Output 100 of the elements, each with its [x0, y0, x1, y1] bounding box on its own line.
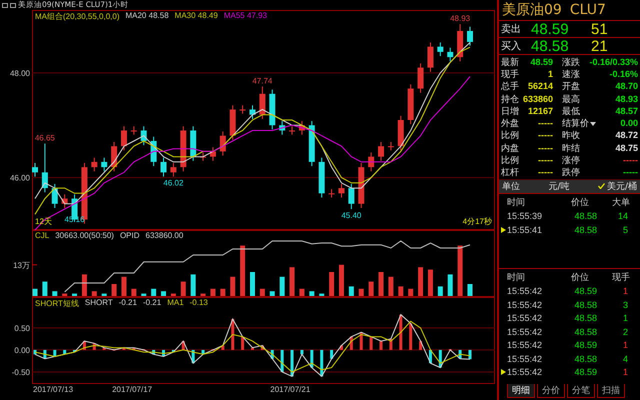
- stat-label: 现手: [501, 68, 519, 81]
- book-price: 48.58: [531, 38, 570, 54]
- trade-time: 15:55:42: [507, 340, 544, 350]
- column-header: 价位: [571, 196, 590, 210]
- stat-value: -----: [623, 155, 638, 166]
- stat-value: 48.75: [615, 142, 638, 154]
- trade-volume: 14: [618, 211, 629, 222]
- axis-label: 46.00: [10, 174, 30, 183]
- price-label: 45.40: [341, 211, 362, 220]
- trade-time: 15:55:41: [507, 224, 544, 235]
- instrument-name: 美原油09: [502, 1, 562, 19]
- book-label: 买入: [500, 40, 522, 53]
- trade-volume: 1: [622, 367, 629, 378]
- indicator-value: -0.13: [190, 298, 208, 309]
- indicator-label: MA1: [167, 298, 184, 309]
- stat-value: 56214: [528, 81, 553, 92]
- stat-value: 48.59: [530, 56, 553, 68]
- column-header: 时间: [507, 272, 526, 284]
- trade-time: 15:55:39: [507, 211, 544, 222]
- stat-value: -----: [623, 167, 638, 178]
- trade-price: 48.58: [574, 313, 597, 324]
- legend-label: MA55 47.93: [224, 11, 267, 22]
- date-label: 2017/07/21: [270, 385, 310, 394]
- book-price: 48.59: [531, 20, 570, 38]
- trade-volume: 5: [622, 224, 629, 235]
- indicator-label: SHORT: [84, 298, 113, 309]
- price-label: 46.65: [34, 134, 55, 143]
- price-label: 48.93: [450, 14, 470, 24]
- axis-label: -0.50: [12, 368, 30, 377]
- stat-value: 48.70: [615, 81, 638, 92]
- stat-value: 48.57: [615, 106, 638, 117]
- trade-time: 15:55:42: [507, 313, 544, 324]
- trade-price: 48.59: [574, 367, 597, 378]
- stat-label: 杠杆: [501, 166, 519, 180]
- trade-volume: 3: [622, 300, 629, 310]
- column-header: 现手: [612, 272, 631, 284]
- legend-label: MA20 48.58: [125, 11, 169, 22]
- stat-label: 昨收: [562, 130, 580, 142]
- indicator-value: -0.21: [142, 298, 162, 309]
- trade-price: 48.58: [574, 211, 597, 222]
- trade-time: 15:55:42: [507, 300, 544, 310]
- stat-label: 最新: [501, 56, 519, 69]
- stat-value: -----: [538, 155, 553, 166]
- price-label: 46.02: [163, 178, 184, 188]
- trade-volume: 1: [622, 286, 629, 296]
- trade-price: 48.59: [574, 340, 597, 350]
- stat-value: 0.00: [620, 118, 638, 130]
- axis-label: 13万: [13, 260, 30, 270]
- stat-value: -0.16%: [609, 68, 638, 80]
- trade-volume: 1: [622, 340, 629, 350]
- date-label: 2017/07/17: [112, 385, 152, 394]
- trade-volume: 4: [622, 354, 629, 364]
- stat-label: 结算价: [562, 118, 589, 130]
- stat-value: 633860: [522, 94, 553, 105]
- trade-time: 15:55:42: [507, 354, 544, 364]
- stat-label: 总手: [501, 80, 519, 94]
- date-label: 2017/07/13: [33, 385, 74, 394]
- stat-value: -----: [538, 142, 553, 154]
- stat-value: 1: [548, 68, 553, 80]
- axis-label: 0.00: [14, 346, 30, 355]
- trade-volume: 1: [622, 313, 629, 324]
- stat-label: 昨结: [562, 142, 580, 155]
- unit-label: 单位: [502, 180, 520, 193]
- column-header: 时间: [507, 196, 526, 210]
- stat-label: 日增: [501, 106, 519, 118]
- stat-label: 持仓: [501, 94, 519, 106]
- indicator-value: 633860.00: [146, 231, 184, 240]
- period-label: 12天: [35, 217, 52, 226]
- stat-label: 跌停: [562, 166, 580, 180]
- stat-value: 48.72: [615, 130, 638, 142]
- stat-label: 最低: [562, 106, 580, 118]
- trade-price: 48.59: [574, 286, 597, 296]
- book-label: 卖出: [500, 22, 522, 36]
- stat-value: -----: [538, 130, 553, 142]
- axis-label: 48.00: [10, 68, 30, 78]
- indicator-value: -0.21: [118, 298, 137, 309]
- indicator-label: CJL: [35, 231, 50, 240]
- stat-label: 比例: [501, 154, 519, 168]
- indicator-value: 30663.00(50:50): [55, 231, 114, 240]
- stat-label: 开盘: [562, 80, 580, 94]
- stat-value: 12167: [528, 106, 553, 117]
- price-label: 47.74: [252, 76, 272, 86]
- countdown-label: 4分17秒: [462, 217, 492, 226]
- instrument-code: CLU7: [570, 2, 606, 18]
- book-volume: 21: [591, 38, 608, 54]
- column-header: 价位: [571, 272, 590, 284]
- stat-value: 48.93: [615, 94, 638, 105]
- trade-time: 15:55:42: [507, 367, 544, 378]
- stat-value: -----: [538, 118, 553, 130]
- trade-volume: 2: [622, 326, 629, 337]
- trade-time: 15:55:42: [507, 286, 544, 296]
- trade-price: 48.58: [574, 326, 597, 337]
- stat-value: -0.16/0.33%: [589, 56, 638, 68]
- stat-label: 内盘: [501, 142, 519, 155]
- stat-label: 最高: [562, 94, 580, 106]
- stat-label: 外盘: [501, 118, 519, 130]
- trade-price: 48.58: [574, 354, 597, 364]
- legend-label: MA30 48.49: [174, 11, 218, 22]
- stat-label: 涨停: [562, 154, 580, 168]
- trade-price: 48.58: [574, 224, 597, 235]
